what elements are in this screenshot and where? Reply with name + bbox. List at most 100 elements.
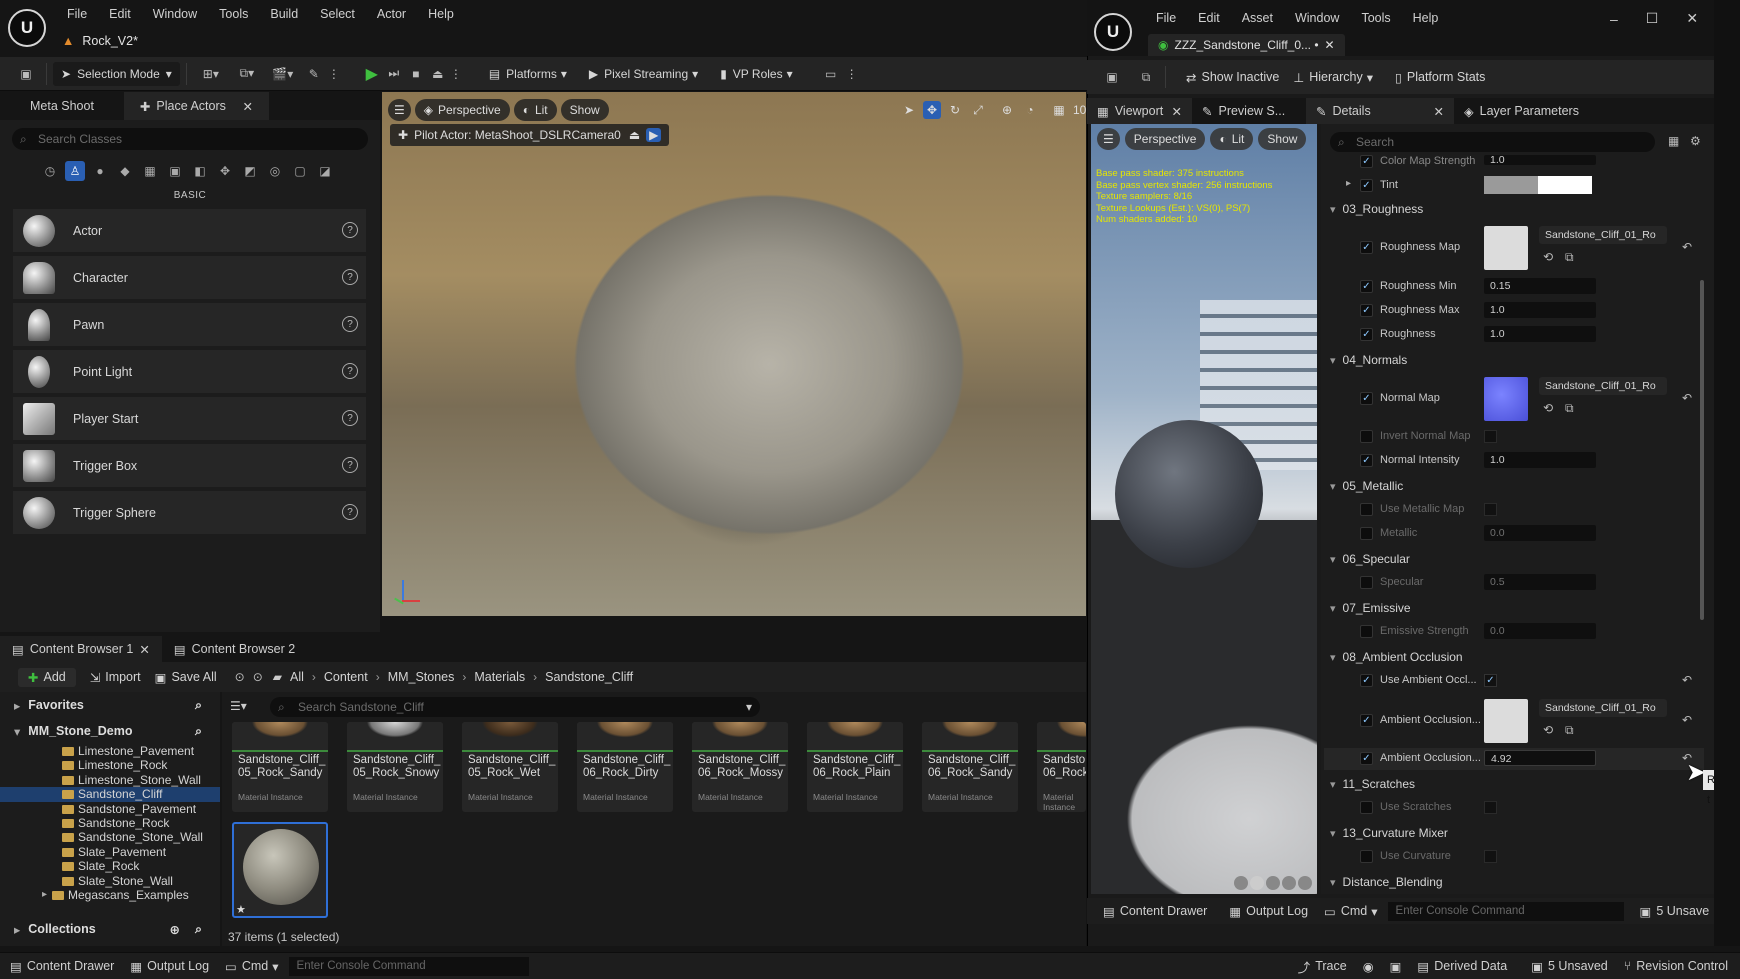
more-icon[interactable]: ⋮ <box>845 67 859 81</box>
texture-dropdown[interactable]: Sandstone_Cliff_01_Ro <box>1539 699 1667 717</box>
sphere-icon[interactable] <box>1250 876 1264 890</box>
close-icon[interactable]: ✕ <box>242 99 252 114</box>
breadcrumb-all[interactable]: All <box>290 670 304 684</box>
volumes-icon[interactable]: ◧ <box>190 161 210 181</box>
asset-tile[interactable]: Sandstone_Cliff_ 06_Rock_Dirty Material In… <box>577 722 673 812</box>
actor-item-trigger-box[interactable]: Trigger Box ? <box>13 444 366 487</box>
search-icon[interactable]: ⌕ <box>195 724 202 739</box>
chevron-down-icon[interactable]: ▾ <box>746 697 752 717</box>
browse-icon[interactable]: ⧉ <box>1565 401 1574 416</box>
property-matrix-icon[interactable]: ▦ <box>1668 134 1679 148</box>
unsaved-button[interactable]: ▣ 5 Unsave <box>1640 904 1710 919</box>
help-icon[interactable]: ? <box>342 316 358 332</box>
breadcrumb-sandstone-cliff[interactable]: Sandstone_Cliff <box>545 670 633 684</box>
asset-tile[interactable]: Sandstone_Cliff_ 05_Rock_Snowy Material In… <box>347 722 443 812</box>
help-icon[interactable]: ? <box>342 269 358 285</box>
geometry-icon[interactable]: ◩ <box>240 161 260 181</box>
unsaved-button[interactable]: ▣ 5 Unsaved <box>1531 959 1608 974</box>
basic-icon[interactable]: ♙ <box>65 161 85 181</box>
breadcrumb-separator-icon[interactable]: › <box>312 670 316 684</box>
tab-viewport[interactable]: ▦ Viewport ✕ <box>1087 98 1192 124</box>
preview-lit-button[interactable]: ◐ Lit <box>1210 128 1254 150</box>
help-icon[interactable]: ? <box>342 410 358 426</box>
play-options-icon[interactable]: ⋮ <box>449 67 463 81</box>
material-document-tab[interactable]: ◉ ZZZ_Sandstone_Cliff_0... • ✕ <box>1148 34 1345 56</box>
collections-header[interactable]: ▸ Collections ⊕ ⌕ <box>0 916 220 942</box>
filter-button[interactable]: ☰▾ <box>230 699 247 713</box>
value-field[interactable]: 1.0 <box>1484 452 1596 468</box>
value-field[interactable]: 1.0 <box>1484 155 1596 165</box>
section-specular[interactable]: 06_Specular <box>1330 552 1410 566</box>
expand-arrow-icon[interactable]: ▸ <box>1346 178 1351 189</box>
checkbox[interactable] <box>1360 527 1373 540</box>
show-inactive-button[interactable]: ⇄ Show Inactive <box>1186 70 1279 85</box>
settings-gear-icon[interactable]: ⚙ <box>1690 134 1701 148</box>
browse-icon[interactable]: ⧉ <box>1565 723 1574 738</box>
asset-tile[interactable]: Sandstone_Cliff_ 06_Rock_Sandy Material In… <box>922 722 1018 812</box>
checkbox[interactable]: ✓ <box>1360 454 1373 467</box>
checkbox[interactable] <box>1484 503 1497 516</box>
more-icon[interactable]: ⋮ <box>327 67 341 81</box>
console-input[interactable]: Enter Console Command <box>288 956 529 976</box>
platforms-button[interactable]: ▤ Platforms ▾ <box>481 62 575 86</box>
tab-content-browser-2[interactable]: ▤ Content Browser 2 <box>162 636 307 662</box>
checkbox[interactable]: ✓ <box>1360 752 1373 765</box>
section-scratches[interactable]: 11_Scratches <box>1330 777 1416 791</box>
texture-dropdown[interactable]: Sandstone_Cliff_01_Ro <box>1539 226 1667 244</box>
lights-icon[interactable]: ● <box>90 161 110 181</box>
show-button[interactable]: Show <box>560 99 609 121</box>
checkbox[interactable]: ✓ <box>1360 179 1373 192</box>
actor-item-actor[interactable]: Actor ? <box>13 209 366 252</box>
menu-window[interactable]: Window <box>1284 6 1350 30</box>
roughness-texture-thumbnail[interactable] <box>1484 226 1528 270</box>
checkbox[interactable] <box>1484 850 1497 863</box>
folder-item[interactable]: Limestone_Rock <box>0 758 220 772</box>
recent-icon[interactable]: ◷ <box>40 161 60 181</box>
reset-icon[interactable]: ↶ <box>1682 391 1692 405</box>
help-icon[interactable]: ? <box>342 222 358 238</box>
mesh-icon[interactable] <box>1298 876 1312 890</box>
search-icon[interactable]: ⌕ <box>195 922 202 937</box>
menu-select[interactable]: Select <box>309 1 366 27</box>
value-field[interactable]: 0.0 <box>1484 623 1596 639</box>
cube-icon[interactable]: ◪ <box>315 161 335 181</box>
play-icon[interactable]: ▶ <box>361 64 383 84</box>
cylinder-icon[interactable] <box>1234 876 1248 890</box>
tab-content-browser-1[interactable]: ▤ Content Browser 1 ✕ <box>0 636 162 662</box>
content-drawer-button[interactable]: ▤ Content Drawer <box>1103 904 1207 919</box>
section-ambient-occlusion[interactable]: 08_Ambient Occlusion <box>1330 650 1463 664</box>
checkbox[interactable] <box>1484 801 1497 814</box>
derived-data-button[interactable]: ▤ Derived Data <box>1417 959 1507 974</box>
history-back-icon[interactable]: ⊙ <box>235 670 245 684</box>
value-field[interactable]: 0.0 <box>1484 525 1596 541</box>
breadcrumb-content[interactable]: Content <box>324 670 368 684</box>
actor-item-player-start[interactable]: Player Start ? <box>13 397 366 440</box>
menu-help[interactable]: Help <box>1402 6 1450 30</box>
checkbox[interactable] <box>1360 503 1373 516</box>
value-field[interactable]: 0.5 <box>1484 574 1596 590</box>
section-roughness[interactable]: 03_Roughness <box>1330 202 1424 216</box>
checkbox[interactable] <box>1360 576 1373 589</box>
sphere-icon[interactable]: ◎ <box>265 161 285 181</box>
use-ao-checkbox[interactable]: ✓ <box>1484 674 1497 687</box>
asset-tile[interactable]: Sandstone_Cliff_ 05_Rock_Sandy Material In… <box>232 722 328 812</box>
add-actor-icon[interactable]: ⊞▾ <box>193 67 229 81</box>
cmd-dropdown[interactable]: ▭ Cmd ▾ <box>225 959 279 974</box>
menu-edit[interactable]: Edit <box>1187 6 1231 30</box>
checkbox[interactable]: ✓ <box>1360 674 1373 687</box>
level-tab[interactable]: ▲ Rock_V2* <box>62 30 138 52</box>
ao-texture-thumbnail[interactable] <box>1484 699 1528 743</box>
menu-tools[interactable]: Tools <box>208 1 259 27</box>
breadcrumb-mm-stones[interactable]: MM_Stones <box>388 670 455 684</box>
tab-preview-scene[interactable]: ✎ Preview S... <box>1192 98 1306 124</box>
preview-perspective-button[interactable]: Perspective <box>1124 128 1206 150</box>
save-icon[interactable]: ▣ <box>1099 70 1125 84</box>
menu-build[interactable]: Build <box>259 1 309 27</box>
section-emissive[interactable]: 07_Emissive <box>1330 601 1411 615</box>
folder-item[interactable]: Limestone_Stone_Wall <box>0 773 220 787</box>
pixel-streaming-button[interactable]: ▶ Pixel Streaming ▾ <box>581 62 706 86</box>
grid-snap-icon[interactable]: ▦ <box>1050 101 1068 119</box>
stop-icon[interactable]: ■ <box>405 67 427 81</box>
tab-place-actors[interactable]: ✚ Place Actors ✕ <box>123 92 269 120</box>
checkbox[interactable]: ✓ <box>1360 714 1373 727</box>
